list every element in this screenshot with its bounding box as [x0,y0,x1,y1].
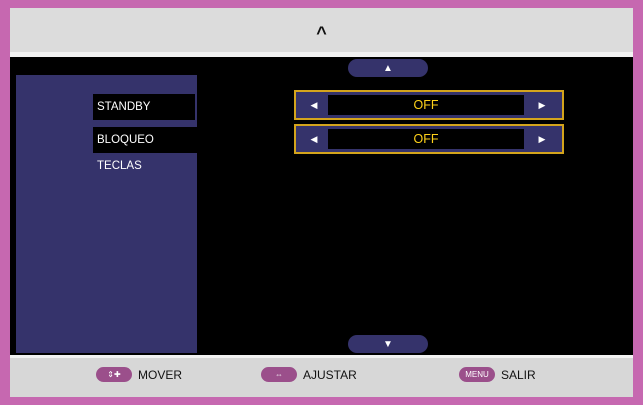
triangle-down-icon: ▼ [383,338,393,350]
setting-bloqueo-teclas[interactable]: ◀ OFF ▶ [294,124,564,154]
hint-salir-label: SALIR [501,367,536,382]
footer-bar: ⇕✚ MOVER ⇔ AJUSTAR MENU SALIR [10,358,633,397]
menu-screen: ▲ STANDBY BLOQUEO TECLAS ◀ OFF ▶ ◀ OFF ▶… [10,57,633,355]
up-caret-icon[interactable]: ^ [316,23,327,44]
menu-item-bloqueo-teclas-label[interactable]: BLOQUEO TECLAS [93,127,201,172]
hint-salir: MENU SALIR [459,367,536,382]
menu-key-icon: MENU [459,367,495,382]
header-bar: ^ [10,8,633,52]
arrow-right-icon[interactable]: ▶ [534,130,550,148]
hint-ajustar: ⇔ AJUSTAR [261,367,357,382]
move-key-icon: ⇕✚ [96,367,132,382]
setting-standby-value: OFF [328,95,524,115]
scroll-down-button[interactable]: ▼ [348,335,428,353]
arrow-right-icon[interactable]: ▶ [534,96,550,114]
menu-item-standby-label[interactable]: STANDBY [93,94,195,120]
arrow-left-icon[interactable]: ◀ [306,130,322,148]
osd-frame: ^ ▲ STANDBY BLOQUEO TECLAS ◀ OFF ▶ ◀ OFF… [10,8,633,397]
setting-bloqueo-teclas-value: OFF [328,129,524,149]
arrow-left-icon[interactable]: ◀ [306,96,322,114]
adjust-key-icon: ⇔ [261,367,297,382]
hint-ajustar-label: AJUSTAR [303,367,357,382]
setting-standby[interactable]: ◀ OFF ▶ [294,90,564,120]
hint-mover-label: MOVER [138,367,183,382]
triangle-up-icon: ▲ [383,62,393,74]
hint-mover: ⇕✚ MOVER [96,367,182,382]
scroll-up-button[interactable]: ▲ [348,59,428,77]
